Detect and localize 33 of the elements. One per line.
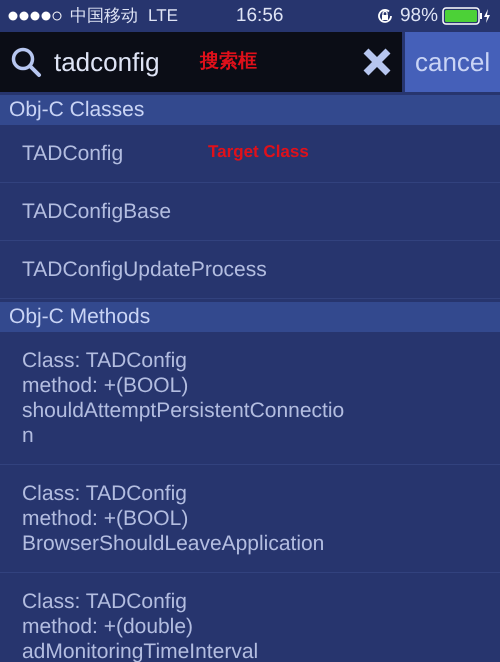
method-text: adMonitoringTimeInterval — [22, 639, 258, 662]
result-row[interactable]: Class: TADConfig method: +(double) adMonitoringTimeInterval — [0, 573, 500, 662]
method-text: Class: TADConfig — [22, 589, 187, 614]
method-text: BrowserShouldLeaveApplication — [22, 531, 324, 556]
result-row[interactable]: TADConfigBase — [0, 183, 500, 241]
search-icon — [10, 46, 42, 78]
annotation-label: 搜索框 — [200, 50, 257, 74]
battery-icon — [442, 7, 492, 25]
method-text: method: +(BOOL) — [22, 506, 188, 531]
method-text: shouldAttemptPersistentConnectio — [22, 398, 344, 423]
battery-percent: 98% — [400, 4, 438, 28]
class-name: TADConfigUpdateProcess — [22, 256, 267, 283]
network-type: LTE — [148, 5, 178, 28]
result-row[interactable]: TADConfigUpdateProcess — [0, 241, 500, 299]
section-header: Obj-C Classes — [0, 95, 500, 125]
method-text: Class: TADConfig — [22, 348, 187, 373]
clear-icon[interactable] — [362, 47, 392, 77]
method-text: method: +(double) — [22, 614, 194, 639]
rotation-lock-icon — [376, 7, 394, 25]
carrier-name: 中国移动 — [70, 5, 138, 28]
annotation-label: Target Class — [208, 141, 309, 163]
clock-time: 16:56 — [236, 4, 284, 28]
result-row[interactable]: Class: TADConfig method: +(BOOL) shouldAttemptPersistentConnectio n — [0, 332, 500, 465]
cancel-button[interactable]: cancel — [405, 32, 500, 92]
result-row[interactable]: TADConfig Target Class — [0, 125, 500, 183]
class-name: TADConfig — [22, 140, 124, 167]
result-row[interactable]: Class: TADConfig method: +(BOOL) BrowserShouldLeaveApplication — [0, 465, 500, 573]
method-text: Class: TADConfig — [22, 481, 187, 506]
method-text: n — [22, 423, 34, 448]
search-field[interactable]: tadconfig — [54, 42, 194, 82]
method-text: method: +(BOOL) — [22, 373, 188, 398]
class-name: TADConfigBase — [22, 198, 172, 225]
section-header: Obj-C Methods — [0, 302, 500, 332]
